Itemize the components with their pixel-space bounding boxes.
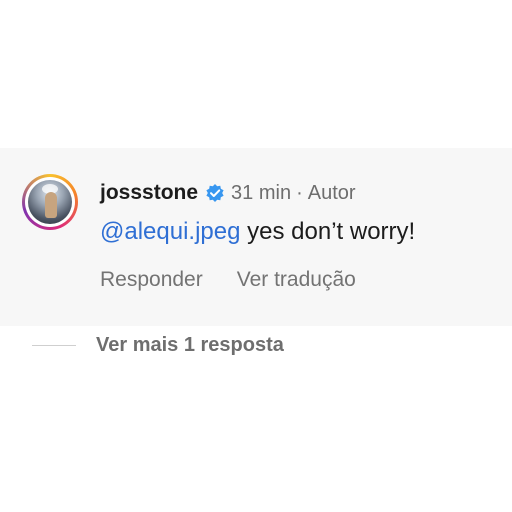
comment-meta: 31 min · Autor bbox=[231, 182, 356, 205]
timestamp: 31 min bbox=[231, 181, 292, 204]
person-figure-decoration bbox=[45, 192, 57, 218]
view-more-replies-button[interactable]: Ver mais 1 resposta bbox=[32, 330, 284, 360]
reply-button[interactable]: Responder bbox=[100, 268, 203, 292]
verified-badge-icon bbox=[205, 183, 225, 203]
avatar[interactable] bbox=[22, 174, 78, 230]
translate-button[interactable]: Ver tradução bbox=[237, 268, 356, 292]
username-link[interactable]: jossstone bbox=[100, 181, 198, 205]
meta-separator: · bbox=[296, 181, 303, 204]
avatar-border bbox=[25, 177, 75, 227]
author-label: Autor bbox=[307, 181, 356, 204]
comment-actions: Responder Ver tradução bbox=[100, 266, 356, 294]
comment-body: yes don’t worry! bbox=[240, 218, 416, 245]
mention-link[interactable]: @alequi.jpeg bbox=[100, 218, 240, 245]
view-more-replies-label: Ver mais 1 resposta bbox=[96, 333, 284, 356]
comment-card: jossstone 31 min · Autor @alequi.jpeg yes … bbox=[0, 148, 512, 326]
replies-divider bbox=[32, 344, 76, 346]
profile-photo bbox=[28, 180, 72, 224]
comment-header: jossstone 31 min · Autor bbox=[100, 178, 356, 208]
comment-text: @alequi.jpeg yes don’t worry! bbox=[100, 218, 415, 252]
